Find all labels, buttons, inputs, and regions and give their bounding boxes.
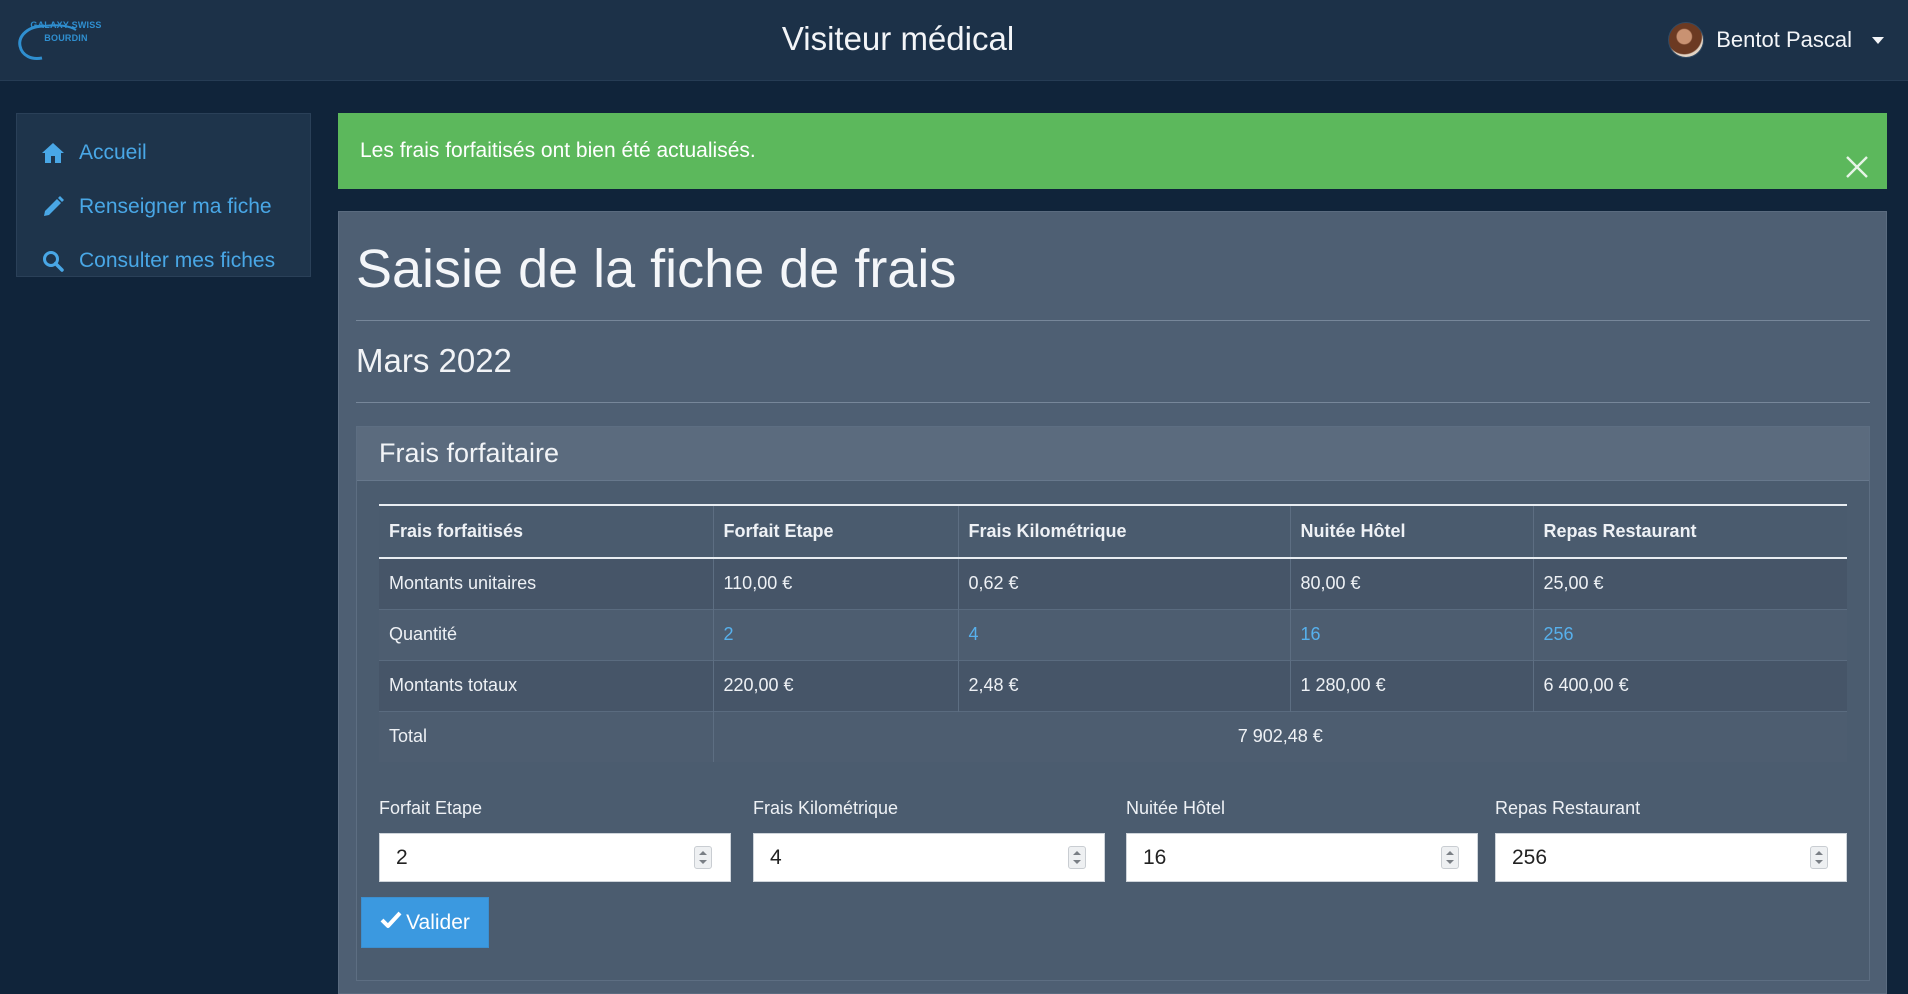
sidebar: Accueil Renseigner ma fiche Consulter me… — [16, 113, 311, 277]
field-repas-restaurant: Repas Restaurant 256 — [1495, 798, 1847, 882]
table-cell: 110,00 € — [712, 557, 958, 609]
repas-restaurant-input[interactable]: 256 — [1495, 833, 1847, 882]
column-header: Nuitée Hôtel — [1289, 504, 1533, 559]
spinner-icon[interactable] — [1068, 846, 1086, 869]
main-panel: Saisie de la fiche de frais Mars 2022 Fr… — [338, 211, 1887, 994]
total-value: 7 902,48 € — [712, 710, 1847, 762]
alert-message: Les frais forfaitisés ont bien été actua… — [360, 139, 756, 162]
row-label: Total — [379, 710, 713, 762]
spinner-icon[interactable] — [1810, 846, 1828, 869]
column-header: Repas Restaurant — [1532, 504, 1847, 559]
field-forfait-etape: Forfait Etape 2 — [379, 798, 731, 882]
frais-kilometrique-input[interactable]: 4 — [753, 833, 1105, 882]
quantity-cell: 4 — [957, 608, 1290, 660]
table-cell: 1 280,00 € — [1289, 659, 1533, 711]
table-cell: 25,00 € — [1532, 557, 1847, 609]
user-menu[interactable]: Bentot Pascal — [1668, 20, 1884, 60]
page-title: Saisie de la fiche de frais — [356, 239, 957, 299]
row-label: Montants totaux — [379, 659, 713, 711]
input-value: 256 — [1512, 846, 1548, 869]
check-icon — [380, 911, 402, 935]
sidebar-item-renseigner[interactable]: Renseigner ma fiche — [17, 180, 310, 234]
spinner-icon[interactable] — [1441, 846, 1459, 869]
sidebar-item-accueil[interactable]: Accueil — [17, 126, 310, 180]
table-row: Montants unitaires 110,00 € 0,62 € 80,00… — [379, 557, 1847, 609]
column-header: Forfait Etape — [712, 504, 958, 559]
input-value: 4 — [770, 846, 782, 869]
sidebar-item-label: Renseigner ma fiche — [79, 195, 272, 218]
sidebar-item-label: Consulter mes fiches — [79, 249, 276, 272]
column-header: Frais forfaitisés — [379, 504, 713, 559]
field-frais-kilometrique: Frais Kilométrique 4 — [753, 798, 1105, 882]
quantity-cell: 16 — [1289, 608, 1533, 660]
pencil-icon — [39, 195, 67, 219]
top-navbar: GALAXY SWISS BOURDIN Visiteur médical Be… — [0, 0, 1908, 81]
close-icon[interactable] — [1843, 137, 1871, 178]
app-title: Visiteur médical — [781, 20, 1015, 57]
spinner-icon[interactable] — [694, 846, 712, 869]
table-row: Montants totaux 220,00 € 2,48 € 1 280,00… — [379, 659, 1847, 711]
divider — [356, 320, 1870, 321]
month-title: Mars 2022 — [356, 342, 512, 379]
table-cell: 0,62 € — [957, 557, 1290, 609]
table-header-row: Frais forfaitisés Forfait Etape Frais Ki… — [379, 504, 1847, 559]
search-icon — [39, 249, 67, 273]
card-title: Frais forfaitaire — [357, 427, 1869, 481]
divider — [356, 402, 1870, 403]
input-value: 2 — [396, 846, 408, 869]
validate-label: Valider — [406, 910, 470, 934]
quantity-cell: 256 — [1532, 608, 1847, 660]
field-nuitee-hotel: Nuitée Hôtel 16 — [1126, 798, 1478, 882]
column-header: Frais Kilométrique — [957, 504, 1290, 559]
sidebar-item-label: Accueil — [79, 141, 147, 164]
table-cell: 220,00 € — [712, 659, 958, 711]
user-name: Bentot Pascal — [1716, 27, 1852, 52]
field-label: Forfait Etape — [379, 798, 483, 818]
table-cell: 6 400,00 € — [1532, 659, 1847, 711]
success-alert: Les frais forfaitisés ont bien été actua… — [338, 113, 1887, 189]
table-row: Quantité 2 4 16 256 — [379, 608, 1847, 660]
field-label: Repas Restaurant — [1495, 798, 1641, 818]
field-label: Frais Kilométrique — [753, 798, 899, 818]
forfait-etape-input[interactable]: 2 — [379, 833, 731, 882]
quantity-cell: 2 — [712, 608, 958, 660]
frais-table: Frais forfaitisés Forfait Etape Frais Ki… — [379, 504, 1847, 762]
validate-button[interactable]: Valider — [361, 897, 489, 948]
quantity-form: Forfait Etape 2 Frais Kilométrique 4 Nui… — [379, 798, 1847, 888]
avatar — [1668, 22, 1705, 58]
total-row: Total 7 902,48 € — [379, 710, 1847, 762]
nuitee-hotel-input[interactable]: 16 — [1126, 833, 1478, 882]
field-label: Nuitée Hôtel — [1126, 798, 1226, 818]
row-label: Quantité — [379, 608, 713, 660]
caret-down-icon — [1872, 36, 1884, 44]
frais-card: Frais forfaitaire Frais forfaitisés Forf… — [356, 426, 1870, 981]
table-cell: 2,48 € — [957, 659, 1290, 711]
row-label: Montants unitaires — [379, 557, 713, 609]
table-cell: 80,00 € — [1289, 557, 1533, 609]
home-icon — [39, 141, 67, 165]
input-value: 16 — [1143, 846, 1167, 869]
sidebar-item-consulter[interactable]: Consulter mes fiches — [17, 234, 310, 288]
